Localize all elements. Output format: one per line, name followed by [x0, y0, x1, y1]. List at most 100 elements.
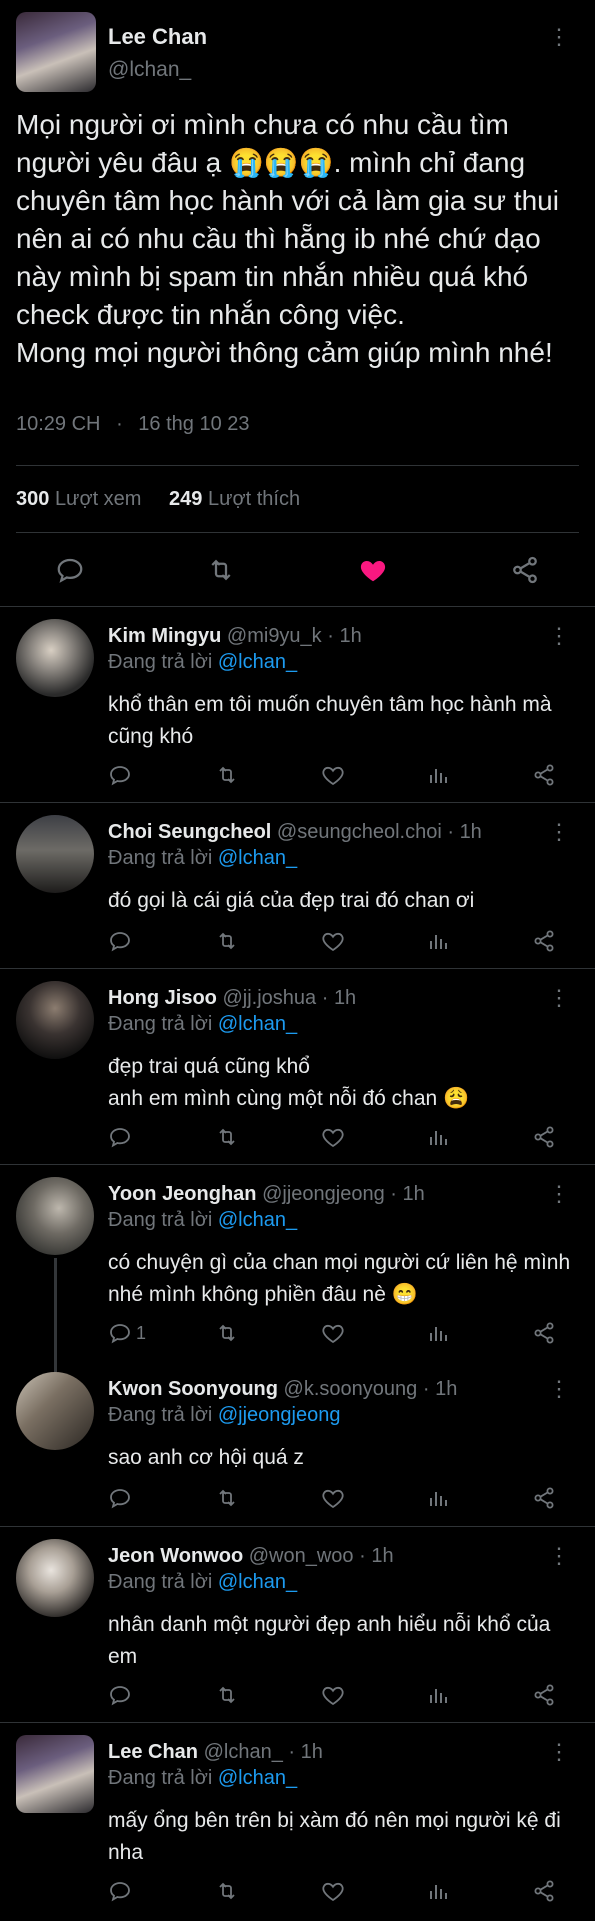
- heart-icon[interactable]: [320, 1683, 346, 1707]
- reply-author[interactable]: Kim Mingyu @mi9yu_k · 1h: [108, 625, 362, 648]
- mention-link[interactable]: @lchan_: [218, 1209, 297, 1231]
- more-icon[interactable]: ⋮: [548, 1741, 570, 1763]
- reply-icon[interactable]: [108, 1683, 132, 1707]
- reply-item[interactable]: Lee Chan @lchan_ · 1h ⋮ Đang trả lời @lc…: [0, 1722, 595, 1921]
- reply-name[interactable]: Jeon Wonwoo: [108, 1545, 243, 1567]
- author-handle[interactable]: @lchan_: [108, 58, 191, 82]
- reply-author[interactable]: Kwon Soonyoung @k.soonyoung · 1h: [108, 1378, 457, 1401]
- retweet-icon[interactable]: [214, 1486, 240, 1510]
- more-icon[interactable]: ⋮: [548, 26, 570, 48]
- reply-avatar[interactable]: [16, 1735, 94, 1813]
- reply-avatar[interactable]: [16, 1539, 94, 1617]
- heart-icon[interactable]: [320, 763, 346, 787]
- retweet-icon[interactable]: [214, 763, 240, 787]
- replying-to: Đang trả lời @lchan_: [108, 1571, 297, 1594]
- replying-to-label: Đang trả lời: [108, 847, 213, 869]
- reply-item[interactable]: Kwon Soonyoung @k.soonyoung · 1h ⋮ Đang …: [0, 1360, 595, 1526]
- likes-label[interactable]: Lượt thích: [208, 488, 300, 510]
- more-icon[interactable]: ⋮: [548, 1545, 570, 1567]
- retweet-icon[interactable]: [214, 929, 240, 953]
- retweet-icon[interactable]: [205, 555, 237, 585]
- reply-name[interactable]: Lee Chan: [108, 1741, 198, 1763]
- mention-link[interactable]: @lchan_: [218, 1013, 297, 1035]
- mention-link[interactable]: @lchan_: [218, 1767, 297, 1789]
- reply-avatar[interactable]: [16, 981, 94, 1059]
- author-name[interactable]: Lee Chan: [108, 24, 207, 50]
- views-icon[interactable]: [426, 1125, 450, 1149]
- share-icon[interactable]: [532, 1486, 556, 1510]
- reply-avatar[interactable]: [16, 1372, 94, 1450]
- share-icon[interactable]: [532, 1321, 556, 1345]
- more-icon[interactable]: ⋮: [548, 1183, 570, 1205]
- share-icon[interactable]: [510, 555, 540, 585]
- share-icon[interactable]: [532, 1683, 556, 1707]
- reply-author[interactable]: Choi Seungcheol @seungcheol.choi · 1h: [108, 821, 482, 844]
- reply-handle[interactable]: @seungcheol.choi: [277, 821, 442, 843]
- reply-handle[interactable]: @jj.joshua: [222, 987, 316, 1009]
- reply-avatar[interactable]: [16, 1177, 94, 1255]
- retweet-icon[interactable]: [214, 1321, 240, 1345]
- reply-text: mấy ổng bên trên bị xàm đó nên mọi người…: [108, 1809, 567, 1864]
- share-icon[interactable]: [532, 1879, 556, 1903]
- more-icon[interactable]: ⋮: [548, 625, 570, 647]
- likes-count[interactable]: 249: [169, 488, 202, 510]
- reply-name[interactable]: Hong Jisoo: [108, 987, 217, 1009]
- reply-avatar[interactable]: [16, 619, 94, 697]
- retweet-icon[interactable]: [214, 1879, 240, 1903]
- more-icon[interactable]: ⋮: [548, 821, 570, 843]
- heart-icon[interactable]: [320, 1125, 346, 1149]
- share-icon[interactable]: [532, 763, 556, 787]
- reply-item[interactable]: Hong Jisoo @jj.joshua · 1h ⋮ Đang trả lờ…: [0, 968, 595, 1165]
- reply-item[interactable]: Yoon Jeonghan @jjeongjeong · 1h ⋮ Đang t…: [0, 1164, 595, 1371]
- more-icon[interactable]: ⋮: [548, 987, 570, 1009]
- views-icon[interactable]: [426, 1321, 450, 1345]
- reply-author[interactable]: Hong Jisoo @jj.joshua · 1h: [108, 987, 356, 1010]
- heart-icon[interactable]: [320, 1879, 346, 1903]
- heart-icon[interactable]: [320, 929, 346, 953]
- heart-icon[interactable]: [357, 555, 389, 585]
- main-tweet: Lee Chan @lchan_ ⋮ Mọi người ơi mình chư…: [0, 0, 595, 606]
- retweet-icon[interactable]: [214, 1125, 240, 1149]
- mention-link[interactable]: @lchan_: [218, 1571, 297, 1593]
- reply-item[interactable]: Jeon Wonwoo @won_woo · 1h ⋮ Đang trả lời…: [0, 1526, 595, 1723]
- share-icon[interactable]: [532, 1125, 556, 1149]
- reply-handle[interactable]: @mi9yu_k: [227, 625, 322, 647]
- reply-handle[interactable]: @won_woo: [249, 1545, 354, 1567]
- reply-button[interactable]: 1: [108, 1321, 146, 1345]
- reply-name[interactable]: Kim Mingyu: [108, 625, 221, 647]
- views-icon[interactable]: [426, 929, 450, 953]
- more-icon[interactable]: ⋮: [548, 1378, 570, 1400]
- reply-item[interactable]: Kim Mingyu @mi9yu_k · 1h ⋮ Đang trả lời …: [0, 606, 595, 803]
- share-icon[interactable]: [532, 929, 556, 953]
- reply-icon[interactable]: [108, 763, 132, 787]
- heart-icon[interactable]: [320, 1321, 346, 1345]
- reply-name[interactable]: Yoon Jeonghan: [108, 1183, 257, 1205]
- reply-item[interactable]: Choi Seungcheol @seungcheol.choi · 1h ⋮ …: [0, 802, 595, 969]
- reply-author[interactable]: Jeon Wonwoo @won_woo · 1h: [108, 1545, 394, 1568]
- reply-handle[interactable]: @k.soonyoung: [284, 1378, 418, 1400]
- reply-name[interactable]: Choi Seungcheol: [108, 821, 271, 843]
- views-icon[interactable]: [426, 1879, 450, 1903]
- mention-link[interactable]: @lchan_: [218, 847, 297, 869]
- reply-icon[interactable]: [108, 929, 132, 953]
- reply-handle[interactable]: @jjeongjeong: [262, 1183, 385, 1205]
- mention-link[interactable]: @lchan_: [218, 651, 297, 673]
- reply-name[interactable]: Kwon Soonyoung: [108, 1378, 278, 1400]
- views-icon[interactable]: [426, 763, 450, 787]
- retweet-icon[interactable]: [214, 1683, 240, 1707]
- reply-author[interactable]: Lee Chan @lchan_ · 1h: [108, 1741, 323, 1764]
- reply-icon[interactable]: [108, 1879, 132, 1903]
- heart-icon[interactable]: [320, 1486, 346, 1510]
- reply-icon[interactable]: [55, 555, 85, 585]
- reply-time: 1h: [300, 1741, 323, 1763]
- reply-icon[interactable]: [108, 1125, 132, 1149]
- mention-link[interactable]: @jjeongjeong: [218, 1404, 341, 1426]
- reply-icon[interactable]: [108, 1486, 132, 1510]
- author-avatar[interactable]: [16, 12, 96, 92]
- reply-avatar[interactable]: [16, 815, 94, 893]
- views-icon[interactable]: [426, 1486, 450, 1510]
- reply-author[interactable]: Yoon Jeonghan @jjeongjeong · 1h: [108, 1183, 425, 1206]
- reply-handle[interactable]: @lchan_: [204, 1741, 283, 1763]
- reply-text: có chuyện gì của chan mọi người cứ liên …: [108, 1251, 576, 1306]
- views-icon[interactable]: [426, 1683, 450, 1707]
